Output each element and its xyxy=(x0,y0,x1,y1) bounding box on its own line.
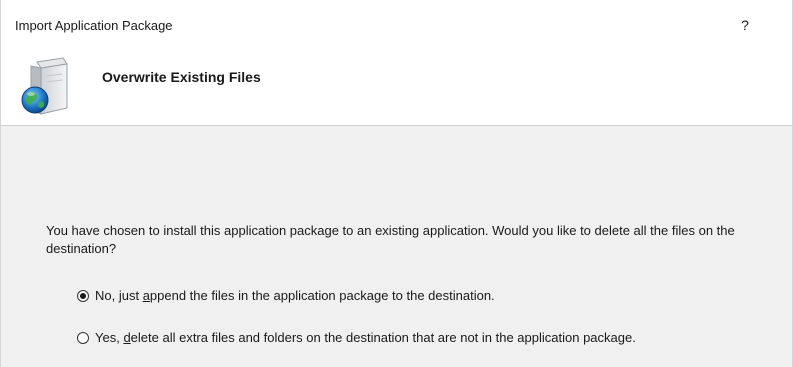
wizard-content: You have chosen to install this applicat… xyxy=(1,126,792,367)
page-title: Overwrite Existing Files xyxy=(102,69,261,85)
import-application-package-dialog: Import Application Package ? Overwrite E… xyxy=(0,0,793,367)
package-globe-icon xyxy=(21,57,68,115)
wizard-header: Overwrite Existing Files xyxy=(1,50,792,126)
delete-extra-files-option[interactable]: Yes, delete all extra files and folders … xyxy=(77,330,636,345)
delete-extra-files-label[interactable]: Yes, delete all extra files and folders … xyxy=(95,330,636,345)
append-files-option[interactable]: No, just append the files in the applica… xyxy=(77,288,495,303)
append-files-radio[interactable] xyxy=(77,289,89,302)
description-text: You have chosen to install this applicat… xyxy=(46,223,735,256)
help-button[interactable]: ? xyxy=(734,14,756,36)
delete-extra-files-radio[interactable] xyxy=(77,331,89,344)
title-bar: Import Application Package ? xyxy=(1,0,792,50)
window-title: Import Application Package xyxy=(15,18,173,33)
append-files-label[interactable]: No, just append the files in the applica… xyxy=(95,288,495,303)
